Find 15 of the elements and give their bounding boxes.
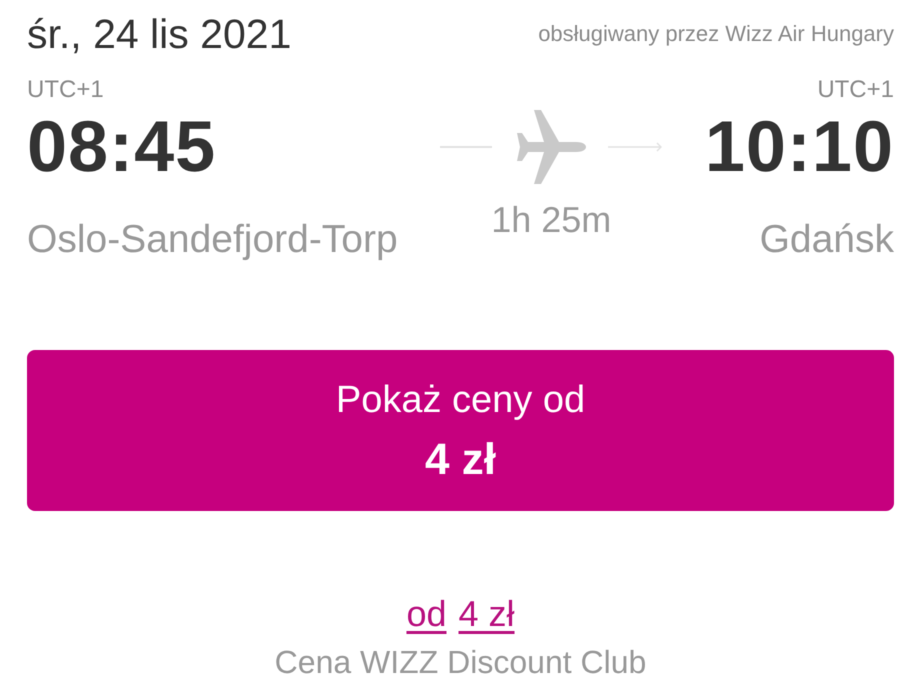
timezone-label: UTC+1 — [27, 76, 104, 104]
discount-club-caption: Cena WIZZ Discount Club — [274, 643, 646, 682]
route-arrow-icon — [608, 142, 662, 152]
arrival-airport: Gdańsk — [760, 217, 894, 263]
show-prices-button[interactable]: Pokaż ceny od 4 zł — [27, 350, 894, 511]
flight-date: śr., 24 lis 2021 — [27, 10, 292, 58]
plane-icon — [514, 109, 586, 185]
operator-text: obsługiwany przez Wizz Air Hungary — [538, 20, 894, 48]
price-link[interactable]: 4 zł — [458, 592, 515, 636]
duration-text: 1h 25m — [491, 199, 612, 241]
arrival-time: 10:10 — [704, 109, 894, 185]
from-link[interactable]: od — [406, 592, 446, 636]
timezone-label: UTC+1 — [817, 76, 894, 104]
departure-airport: Oslo-Sandefjord-Torp — [27, 217, 398, 263]
departure-time: 08:45 — [27, 109, 216, 185]
